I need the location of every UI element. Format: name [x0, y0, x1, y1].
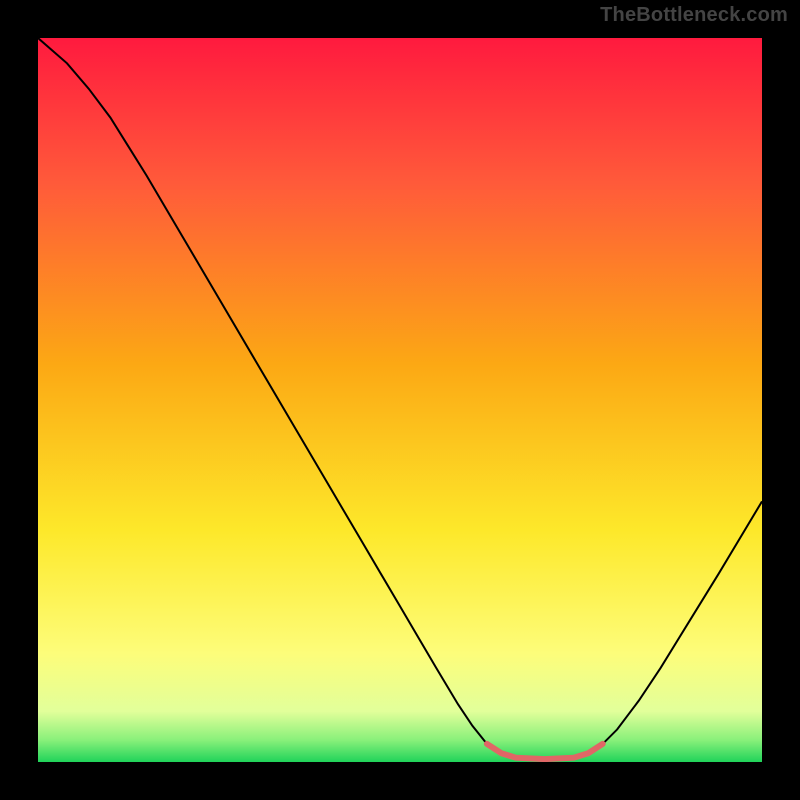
watermark-text: TheBottleneck.com: [600, 4, 788, 27]
plot-area: [38, 38, 762, 762]
chart-frame: TheBottleneck.com: [0, 0, 800, 800]
gradient-background: [38, 38, 762, 762]
plot-svg: [38, 38, 762, 762]
